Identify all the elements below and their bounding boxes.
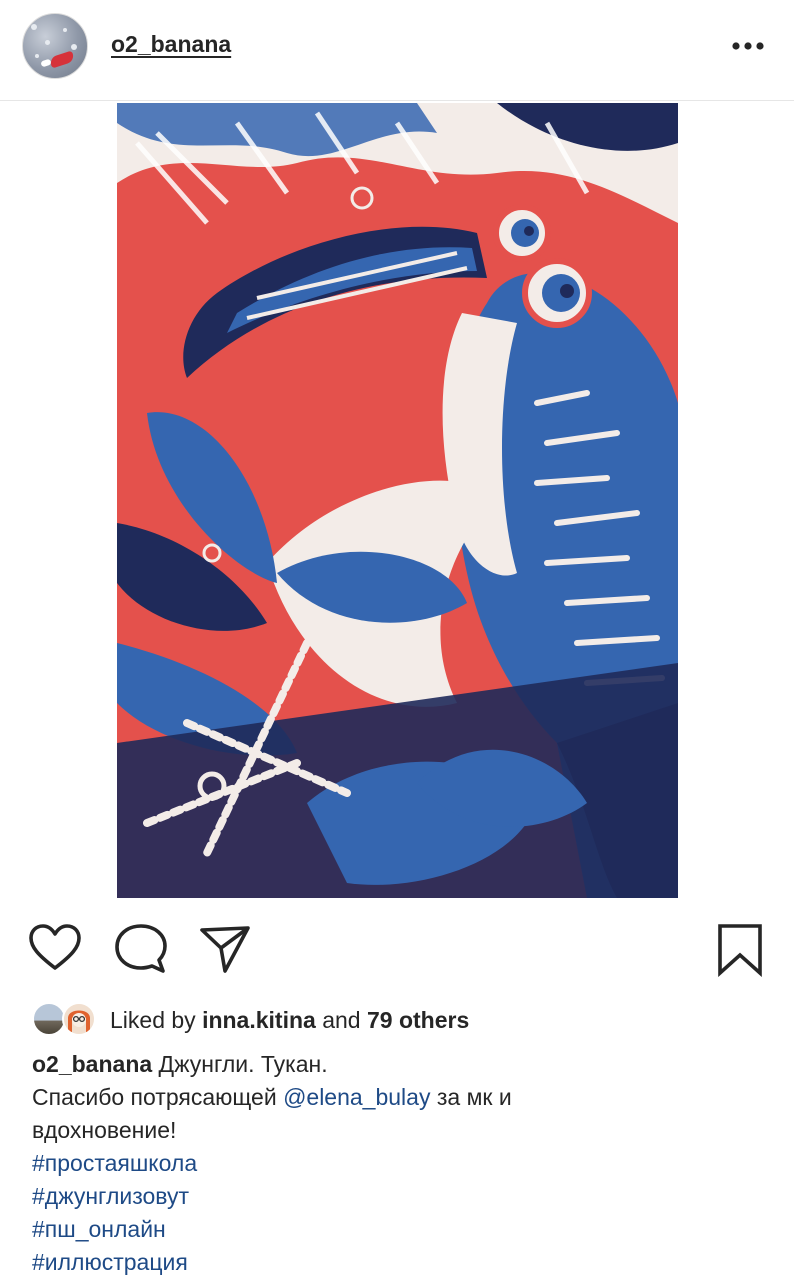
post-caption: o2_banana Джунгли. Тукан. Спасибо потряс… [32,1048,762,1279]
action-bar [0,915,794,985]
caption-text: вдохновение! [32,1117,177,1143]
liker-username[interactable]: inna.kitina [202,1007,316,1033]
post-header: o2_banana [0,0,794,101]
liker-avatar [62,1002,96,1036]
likes-prefix: Liked by [110,1007,196,1033]
caption-mention[interactable]: @elena_bulay [283,1084,430,1110]
likes-row[interactable]: Liked by inna.kitina and 79 others [32,1000,772,1040]
likes-and: and [322,1007,361,1033]
likes-others-count[interactable]: 79 others [367,1007,469,1033]
likes-summary: Liked by inna.kitina and 79 others [110,1007,469,1034]
caption-title: Джунгли. Тукан. [158,1051,328,1077]
heart-icon[interactable] [28,923,82,978]
caption-text: за мк и [436,1084,512,1110]
share-icon[interactable] [198,923,252,980]
more-icon[interactable] [728,33,768,59]
comment-icon[interactable] [114,923,168,980]
avatar[interactable] [22,13,88,79]
hashtag[interactable]: #пш_онлайн [32,1213,762,1246]
liker-avatar [32,1002,66,1036]
hashtag[interactable]: #иллюстрация [32,1246,762,1279]
hashtag[interactable]: #простаяшкола [32,1147,762,1180]
post-image[interactable] [117,103,678,898]
caption-text: Спасибо потрясающей [32,1084,277,1110]
caption-username[interactable]: o2_banana [32,1051,152,1077]
hashtag[interactable]: #джунглизовут [32,1180,762,1213]
post-username[interactable]: o2_banana [111,31,231,58]
bookmark-icon[interactable] [716,923,764,982]
